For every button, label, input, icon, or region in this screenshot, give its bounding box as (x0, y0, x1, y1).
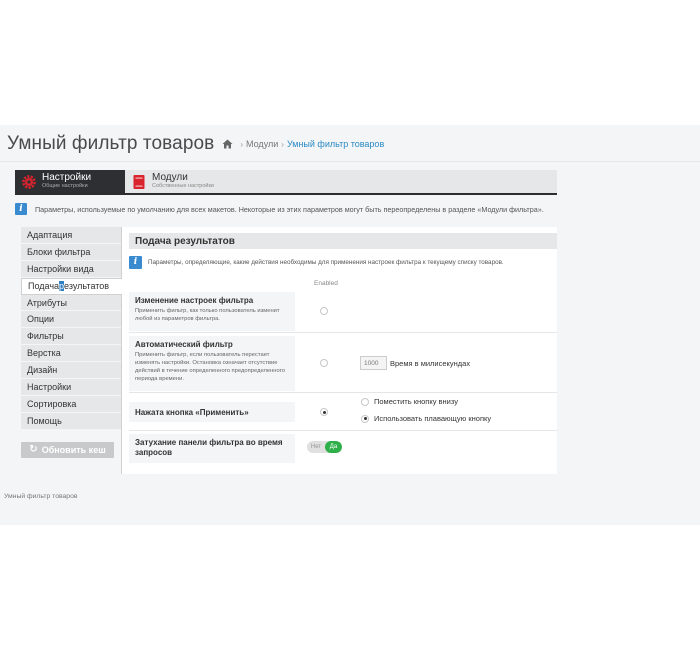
sidebar-item-design[interactable]: Дизайн (21, 362, 121, 380)
sidebar-item-adaptation[interactable]: Адаптация (21, 227, 121, 244)
tab-modules[interactable]: Модули Собственные настройки (125, 170, 235, 193)
info-text: Параметры, используемые по умолчанию для… (35, 204, 544, 214)
breadcrumb-current[interactable]: Умный фильтр товаров (287, 139, 384, 149)
breadcrumb-separator: › (281, 139, 284, 149)
gear-icon (21, 174, 37, 190)
option-title: Затухание панели фильтра во время запрос… (135, 438, 283, 458)
module-icon (131, 174, 147, 190)
option-title: Автоматический фильтр (135, 340, 233, 349)
info-message: i Параметры, используемые по умолчанию д… (15, 202, 575, 216)
choice-label: Поместить кнопку внизу (374, 397, 458, 406)
page-title: Умный фильтр товаров (7, 133, 215, 154)
sidebar-item-filter-blocks[interactable]: Блоки фильтра (21, 243, 121, 261)
settings-panel: Подача результатов i Параметры, определя… (121, 227, 557, 474)
option-title: Изменение настроек фильтра (135, 296, 254, 305)
tab-bar: Настройки Общие настройки Модули Собстве… (15, 170, 557, 195)
delay-label: Время в милисекундах (390, 359, 471, 368)
choice-bottom-button[interactable]: Поместить кнопку внизу (361, 397, 458, 406)
tab-sublabel: Общие настройки (42, 182, 88, 189)
option-label: Изменение настроек фильтра Применить фил… (129, 292, 295, 331)
sidebar-item-results-delivery[interactable]: Подача р езультатов (21, 277, 122, 295)
option-label: Нажата кнопка «Применить» (129, 402, 295, 422)
option-label: Затухание панели фильтра во время запрос… (129, 434, 295, 463)
option-row-auto-filter: Автоматический фильтр Применить фильтр, … (129, 334, 557, 393)
sidebar-item-options[interactable]: Опции (21, 311, 121, 329)
sidebar-item-help[interactable]: Помощь (21, 412, 121, 430)
tab-sublabel: Собственные настройки (152, 182, 214, 189)
sidebar-item-view-settings[interactable]: Настройки вида (21, 260, 121, 278)
tab-settings[interactable]: Настройки Общие настройки (15, 170, 125, 193)
sidebar-item-label: езультатов (64, 281, 110, 292)
option-label: Автоматический фильтр Применить фильтр, … (129, 336, 295, 391)
breadcrumb: › Модули › Умный фильтр товаров (222, 139, 384, 149)
sidebar-item-settings[interactable]: Настройки (21, 379, 121, 396)
breadcrumb-modules[interactable]: Модули (246, 139, 278, 149)
fade-toggle[interactable]: Нет Да (307, 441, 342, 453)
breadcrumb-separator: › (240, 139, 244, 149)
enabled-radio[interactable] (320, 307, 328, 315)
toggle-no[interactable]: Нет (307, 441, 325, 453)
option-title: Нажата кнопка «Применить» (135, 408, 249, 417)
divider (0, 161, 700, 162)
choice-label: Использовать плавающую кнопку (374, 414, 492, 423)
refresh-cache-label: Обновить кеш (41, 444, 106, 455)
page-frame: Умный фильтр товаров › Модули › Умный фи… (0, 125, 700, 525)
option-row-fade-panel: Затухание панели фильтра во время запрос… (129, 432, 557, 465)
sidebar-item-label: Подача (28, 281, 60, 292)
home-icon[interactable] (222, 139, 233, 149)
choice-floating-button[interactable]: Использовать плавающую кнопку (361, 414, 491, 423)
refresh-cache-button[interactable]: ↻ Обновить кеш (21, 441, 114, 458)
refresh-icon: ↻ (29, 444, 38, 456)
option-description: Применить фильтр, если пользователь пере… (135, 352, 285, 382)
info-icon: i (15, 203, 27, 215)
sidebar-item-attributes[interactable]: Атрибуты (21, 294, 121, 312)
sidebar-item-sorting[interactable]: Сортировка (21, 395, 121, 413)
delay-input[interactable]: 1000 (360, 356, 387, 370)
sidebar: Адаптация Блоки фильтра Настройки вида П… (21, 227, 122, 458)
enabled-radio[interactable] (320, 408, 328, 416)
column-header-enabled: Enabled (314, 280, 338, 287)
choice-radio[interactable] (361, 414, 369, 423)
option-row-apply-button: Нажата кнопка «Применить» Поместить кноп… (129, 394, 557, 431)
panel-info-text: Параметры, определяющие, какие действия … (148, 258, 504, 266)
header: Умный фильтр товаров › Модули › Умный фи… (7, 133, 384, 155)
sidebar-item-layout[interactable]: Верстка (21, 345, 121, 363)
info-icon: i (129, 255, 142, 269)
sidebar-item-filters[interactable]: Фильтры (21, 328, 121, 346)
choice-radio[interactable] (361, 397, 369, 406)
footer-text: Умный фильтр товаров (4, 493, 78, 500)
option-description: Применить фильтр, как только пользовател… (135, 308, 280, 323)
panel-info: i Параметры, определяющие, какие действи… (129, 255, 557, 269)
toggle-yes[interactable]: Да (325, 441, 342, 453)
enabled-radio[interactable] (320, 359, 328, 367)
option-row-change-settings: Изменение настроек фильтра Применить фил… (129, 290, 557, 333)
panel-title: Подача результатов (129, 233, 557, 249)
